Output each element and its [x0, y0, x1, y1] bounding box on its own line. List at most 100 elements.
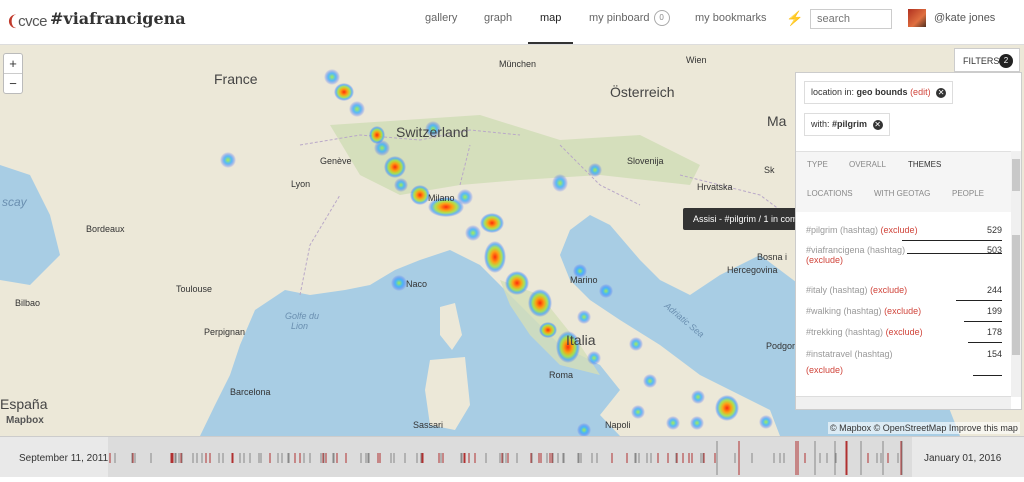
app-title: #viafrancigena: [50, 9, 186, 28]
lightning-icon[interactable]: ⚡: [786, 10, 803, 27]
row-tag[interactable]: #pilgrim (hashtag): [806, 225, 878, 235]
row-bar: [956, 300, 1002, 301]
row-exclude-link[interactable]: (exclude): [886, 327, 923, 337]
chip-hashtag-prefix: with:: [811, 119, 830, 129]
row-exclude-line: (exclude): [806, 365, 1002, 375]
chip-hashtag-value: #pilgrim: [832, 119, 868, 129]
label-toulouse: Toulouse: [176, 284, 213, 294]
themes-list: #pilgrim (hashtag) (exclude) 529 #viafra…: [796, 221, 1011, 381]
label-sassari: Sassari: [413, 420, 444, 430]
filters-toggle-button[interactable]: FILTERS 2: [954, 48, 1020, 72]
label-golfe: Golfe du: [285, 311, 320, 321]
label-naco: Naco: [406, 279, 428, 289]
list-horizontal-scrollbar[interactable]: [796, 396, 1011, 409]
filters-label: FILTERS: [963, 56, 1000, 66]
row-tag[interactable]: #walking (hashtag): [806, 306, 882, 316]
label-geneve: Genève: [320, 156, 352, 166]
zoom-control: + −: [3, 53, 23, 94]
timeline-start-date: September 11, 2011: [19, 453, 109, 464]
list-item[interactable]: #trekking (hashtag) (exclude) 178: [806, 327, 1002, 343]
row-count: 244: [986, 285, 1002, 295]
row-tag[interactable]: #italy (hashtag): [806, 285, 868, 295]
row-tag[interactable]: #viafrancigena (hashtag): [806, 245, 905, 255]
label-milano: Milano: [428, 193, 455, 203]
row-bar: [968, 342, 1002, 343]
row-tag[interactable]: #instatravel (hashtag): [806, 349, 893, 359]
row-count: 529: [986, 225, 1002, 235]
row-tag[interactable]: #trekking (hashtag): [806, 327, 883, 337]
row-exclude-link[interactable]: (exclude): [881, 225, 918, 235]
row-bar: [902, 240, 1002, 241]
row-bar: [973, 375, 1002, 376]
timeline-track[interactable]: [108, 437, 912, 477]
label-lion: Lion: [291, 321, 309, 331]
timeline-marks: [109, 441, 903, 475]
nav-my-pinboard[interactable]: my pinboard 0: [589, 0, 670, 44]
label-sk: Sk: [764, 165, 775, 175]
label-napoli: Napoli: [605, 420, 631, 430]
filter-tabs: TYPE OVERALL THEMES LOCATIONS WITH GEOTA…: [796, 151, 1011, 212]
label-osterreich: Österreich: [610, 84, 675, 100]
label-munchen: München: [499, 59, 537, 69]
label-bordeaux: Bordeaux: [86, 224, 125, 234]
tabs-scrollbar[interactable]: [1011, 151, 1021, 221]
label-perpignan: Perpignan: [204, 327, 246, 337]
label-espana: España: [0, 396, 48, 412]
search-input[interactable]: [810, 9, 892, 29]
zoom-in-button[interactable]: +: [4, 54, 22, 73]
label-hrvatska: Hrvatska: [697, 182, 733, 192]
row-exclude-link[interactable]: (exclude): [870, 285, 907, 295]
label-slovenija: Slovenija: [627, 156, 664, 166]
nav-graph[interactable]: graph: [484, 0, 512, 44]
label-hercegovina: Hercegovina: [727, 265, 778, 275]
remove-hashtag-filter-icon[interactable]: ✕: [872, 120, 883, 130]
label-roma: Roma: [549, 370, 574, 380]
list-item[interactable]: #viafrancigena (hashtag) 503 (exclude): [806, 245, 1002, 265]
user-name[interactable]: @kate jones: [934, 12, 995, 24]
label-switzerland: Switzerland: [396, 124, 469, 140]
label-italia: Italia: [566, 332, 596, 348]
map-attribution[interactable]: © Mapbox © OpenStreetMap Improve this ma…: [828, 422, 1020, 434]
tab-themes[interactable]: THEMES: [908, 160, 941, 169]
row-exclude-link[interactable]: (exclude): [884, 306, 921, 316]
list-item[interactable]: #walking (hashtag) (exclude) 199: [806, 306, 1002, 322]
row-bar: [907, 253, 1002, 254]
nav-my-pinboard-label: my pinboard: [589, 12, 650, 24]
list-item[interactable]: #instatravel (hashtag) 154 (exclude): [806, 349, 1002, 376]
row-exclude-link[interactable]: (exclude): [806, 255, 843, 265]
filters-panel: location in: geo bounds (edit) ✕ with: #…: [795, 72, 1022, 410]
avatar[interactable]: [908, 9, 926, 27]
chip-location-prefix: location in:: [811, 87, 855, 97]
timeline[interactable]: September 11, 2011 January 01, 2016: [0, 436, 1024, 477]
filter-chip-location: location in: geo bounds (edit) ✕: [804, 81, 954, 104]
row-count: 178: [986, 327, 1002, 337]
nav-my-bookmarks[interactable]: my bookmarks: [695, 0, 767, 44]
tab-with-geotag[interactable]: WITH GEOTAG: [874, 189, 930, 198]
tab-locations[interactable]: LOCATIONS: [807, 189, 853, 198]
filter-chip-hashtag: with: #pilgrim ✕: [804, 113, 890, 136]
top-bar: ❨cvce #viafrancigena gallery graph map m…: [0, 0, 1024, 45]
row-bar: [964, 321, 1002, 322]
list-item[interactable]: #italy (hashtag) (exclude) 244: [806, 285, 1002, 301]
cvce-logo[interactable]: ❨cvce: [6, 12, 47, 30]
timeline-end-date: January 01, 2016: [924, 453, 1002, 464]
nav-gallery[interactable]: gallery: [425, 0, 457, 44]
label-scay: scay: [2, 195, 27, 209]
zoom-out-button[interactable]: −: [4, 73, 22, 93]
label-marino: Marino: [570, 275, 598, 285]
tab-overall[interactable]: OVERALL: [849, 160, 886, 169]
tab-people[interactable]: PEOPLE: [952, 189, 984, 198]
list-item[interactable]: #pilgrim (hashtag) (exclude) 529: [806, 225, 1002, 241]
chip-location-edit-link[interactable]: (edit): [910, 87, 931, 97]
chip-location-value: geo bounds: [856, 87, 908, 97]
remove-location-filter-icon[interactable]: ✕: [936, 88, 947, 98]
row-exclude-link[interactable]: (exclude): [806, 365, 843, 375]
label-bosna: Bosna i: [757, 252, 788, 262]
tab-type[interactable]: TYPE: [807, 160, 828, 169]
list-scrollbar[interactable]: [1011, 221, 1021, 397]
nav-map[interactable]: map: [527, 0, 575, 44]
label-ma: Ma: [767, 113, 787, 129]
mapbox-logo[interactable]: Mapbox: [6, 415, 44, 426]
pinboard-count-badge: 0: [653, 10, 670, 27]
label-barcelona: Barcelona: [230, 387, 271, 397]
